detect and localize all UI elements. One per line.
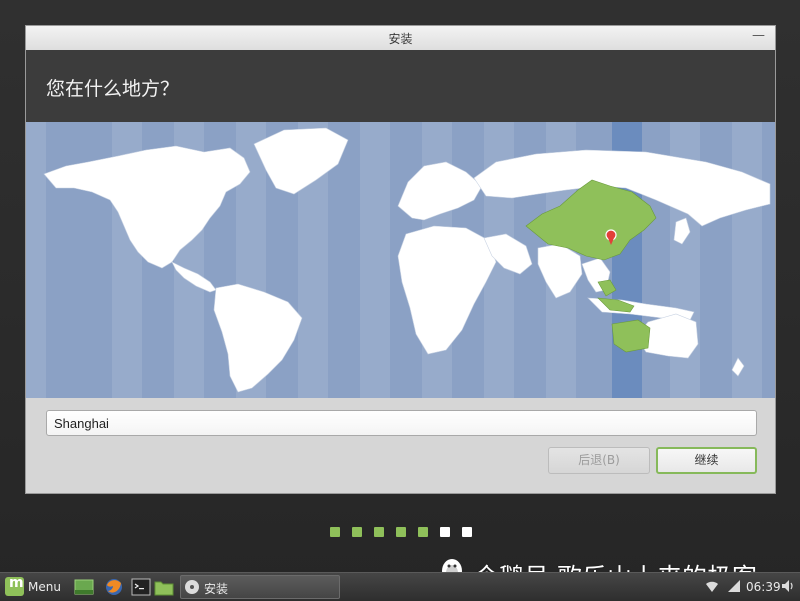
menu-button[interactable]: Menu xyxy=(2,575,66,598)
taskbar-window-label: 安装 xyxy=(204,582,229,596)
back-button[interactable]: 后退(B) xyxy=(548,447,650,474)
window-titlebar[interactable]: 安装 — xyxy=(26,26,775,51)
window-close-icon[interactable]: — xyxy=(752,28,765,43)
firefox-icon[interactable] xyxy=(104,578,124,596)
progress-step-1 xyxy=(330,527,340,537)
progress-step-7 xyxy=(462,527,472,537)
progress-step-6 xyxy=(440,527,450,537)
page-header: 您在什么地方？ xyxy=(26,50,775,122)
network-icon[interactable] xyxy=(704,578,720,594)
taskbar: Menu 安装 06:39 xyxy=(0,572,800,601)
progress-step-2 xyxy=(352,527,362,537)
taskbar-window-button[interactable]: 安装 xyxy=(180,575,340,599)
volume-icon[interactable] xyxy=(780,578,796,594)
network-status-icon[interactable] xyxy=(726,578,742,594)
clock[interactable]: 06:39 xyxy=(746,580,781,594)
progress-step-4 xyxy=(396,527,406,537)
city-input[interactable] xyxy=(46,410,757,436)
linux-mint-logo-icon xyxy=(5,575,24,596)
progress-step-3 xyxy=(374,527,384,537)
files-icon[interactable] xyxy=(154,578,174,596)
show-desktop-icon[interactable] xyxy=(74,578,94,596)
window-title: 安装 xyxy=(388,32,413,46)
installer-window: 安装 — 您在什么地方？ Shanghai 后退(B) 继续 xyxy=(25,25,776,494)
terminal-icon[interactable] xyxy=(131,578,151,596)
timezone-map[interactable] xyxy=(26,122,776,398)
page-title: 您在什么地方？ xyxy=(46,78,180,100)
progress-step-5 xyxy=(418,527,428,537)
continue-button[interactable]: 继续 xyxy=(656,447,757,474)
installer-disc-icon xyxy=(185,580,199,594)
menu-label: Menu xyxy=(28,580,61,594)
world-map[interactable] xyxy=(26,122,776,398)
